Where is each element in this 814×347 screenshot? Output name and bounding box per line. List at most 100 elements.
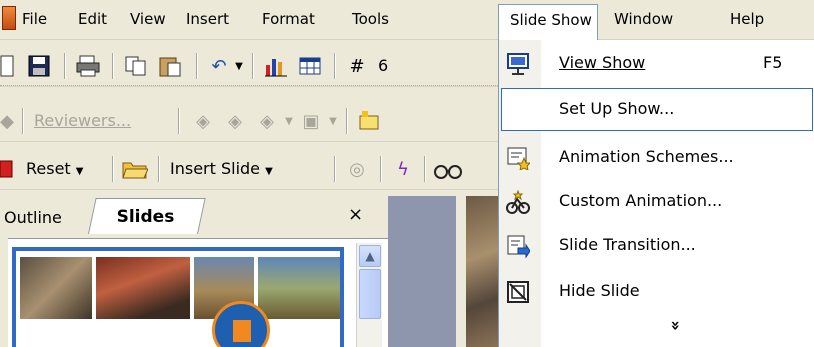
menu-item-slide-transition[interactable]: Slide Transition... (499, 224, 814, 268)
reviewing-toolbar: ◆ Reviewers... ◈ ◈ ◈ ▼ ▣ ▼ (0, 100, 498, 142)
animation-schemes-icon (505, 146, 531, 170)
slide-thumbnail[interactable] (12, 247, 344, 347)
standard-toolbar: ↶ ▼ # 6 (0, 45, 498, 87)
print-icon[interactable] (74, 53, 102, 79)
design-icon: ◎ (349, 158, 365, 180)
reviewers-button: Reviewers... (34, 111, 132, 130)
paste-icon[interactable] (156, 53, 184, 79)
menu-format[interactable]: Format (262, 10, 315, 28)
new-document-icon[interactable] (0, 53, 14, 79)
menu-file-label: File (22, 10, 48, 28)
thumbnail-photo (258, 257, 340, 319)
animation-effects-icon[interactable]: ϟ (390, 156, 416, 182)
copy-icon[interactable] (122, 53, 150, 79)
show-grid-icon[interactable]: # (344, 53, 370, 79)
unapply-icon: ▣ (302, 110, 320, 132)
projector-icon (505, 52, 531, 76)
zoom-box[interactable]: 6 (378, 56, 388, 75)
toolbar-separator (22, 108, 24, 134)
menu-item-label: Hide Slide (559, 281, 640, 300)
menu-slide-show-label: Slide Show (510, 11, 592, 29)
slide-thumbnails: ▲ (8, 238, 388, 347)
hide-slide-icon (505, 280, 531, 304)
insert-slide-button[interactable]: Insert Slide ▼ (170, 159, 273, 178)
toolbar-separator (196, 53, 198, 79)
menu-window-label: Window (614, 10, 674, 28)
research-glasses-icon[interactable] (432, 156, 464, 182)
toolbar-grip (0, 85, 498, 91)
unapply-dropdown-icon: ▼ (329, 115, 337, 127)
toolbar-separator (346, 108, 348, 134)
reset-button[interactable]: Reset ▼ (26, 159, 84, 178)
undo-dropdown-icon[interactable]: ▼ (232, 53, 246, 79)
menu-window[interactable]: Window (614, 10, 673, 28)
menu-tools[interactable]: Tools (352, 10, 389, 28)
menu-bar: File Edit View Insert Format Tools Slide… (0, 0, 814, 40)
insert-chart-icon[interactable] (262, 53, 290, 79)
menu-item-custom-animation[interactable]: Custom Animation... (499, 180, 814, 224)
new-slide-icon[interactable] (0, 156, 14, 182)
insert-slide-dropdown-icon: ▼ (265, 166, 273, 177)
toolbar-separator (64, 53, 66, 79)
menu-edit-label: Edit (78, 10, 108, 28)
next-item-icon: ◈ (228, 110, 242, 132)
menu-item-label: Slide Transition... (559, 235, 696, 254)
menu-item-label: Custom Animation... (559, 191, 723, 210)
menu-slide-show[interactable]: Slide Show (498, 4, 598, 40)
insert-table-icon[interactable] (296, 53, 324, 79)
reset-dropdown-icon: ▼ (75, 166, 84, 177)
undo-icon[interactable]: ↶ (206, 53, 232, 79)
previous-item-icon: ◈ (196, 110, 210, 132)
tab-outline[interactable]: Outline (0, 202, 90, 232)
insert-slide-label: Insert Slide (170, 159, 261, 178)
toolbar-separator (178, 108, 180, 134)
menu-item-label: View Show (559, 53, 646, 72)
toolbar-separator (334, 156, 336, 182)
menu-insert-label: Insert (186, 10, 230, 28)
logo-badge-mark (233, 320, 251, 342)
toolbar-separator (112, 156, 114, 182)
menu-file[interactable]: File (22, 10, 47, 28)
toolbar-separator (424, 156, 426, 182)
custom-animation-icon (505, 190, 531, 214)
menu-view-label: View (130, 10, 166, 28)
menu-item-label: Animation Schemes... (559, 147, 734, 166)
menu-item-set-up-show[interactable]: Set Up Show... (499, 88, 814, 132)
thumbnail-photo (96, 257, 190, 319)
slide-show-menu: View Show F5 Set Up Show... Animation Sc… (498, 40, 814, 347)
scroll-up-icon[interactable]: ▲ (359, 245, 381, 267)
insert-comment-icon[interactable] (356, 108, 384, 134)
toolbar-separator (158, 156, 160, 182)
formatting-toolbar: Reset ▼ Insert Slide ▼ ◎ ϟ (0, 148, 498, 190)
workspace-background (388, 196, 456, 347)
toolbar-separator (380, 156, 382, 182)
save-icon[interactable] (26, 53, 52, 79)
menu-item-shortcut: F5 (763, 53, 783, 72)
menu-help[interactable]: Help (730, 10, 764, 28)
menu-view[interactable]: View (130, 10, 166, 28)
menu-help-label: Help (730, 10, 765, 28)
slide-canvas[interactable] (466, 196, 498, 347)
tab-slides-label: Slides (116, 207, 175, 227)
menu-item-animation-schemes[interactable]: Animation Schemes... (499, 136, 814, 180)
outline-slides-pane: Outline Slides × ▲ (0, 196, 388, 347)
menu-item-hide-slide[interactable]: Hide Slide (499, 270, 814, 314)
slide-transition-icon (505, 234, 531, 258)
reset-label: Reset (26, 159, 71, 178)
scroll-thumb[interactable] (359, 269, 381, 319)
close-pane-icon[interactable]: × (348, 204, 363, 225)
tab-slides[interactable]: Slides (88, 198, 206, 234)
menu-item-view-show[interactable]: View Show F5 (499, 42, 814, 86)
app-menu-icon[interactable] (2, 6, 16, 30)
expand-menu-icon[interactable]: » (667, 320, 686, 330)
markup-icon: ◆ (0, 110, 14, 132)
open-folder-icon[interactable] (120, 156, 150, 182)
menu-format-label: Format (262, 10, 315, 28)
menu-tools-label: Tools (352, 10, 389, 28)
menu-insert[interactable]: Insert (186, 10, 229, 28)
menu-edit[interactable]: Edit (78, 10, 107, 28)
thumbnail-photo (20, 257, 92, 319)
apply-icon: ◈ (260, 110, 274, 132)
toolbar-separator (112, 53, 114, 79)
vertical-scrollbar[interactable]: ▲ (356, 243, 382, 347)
